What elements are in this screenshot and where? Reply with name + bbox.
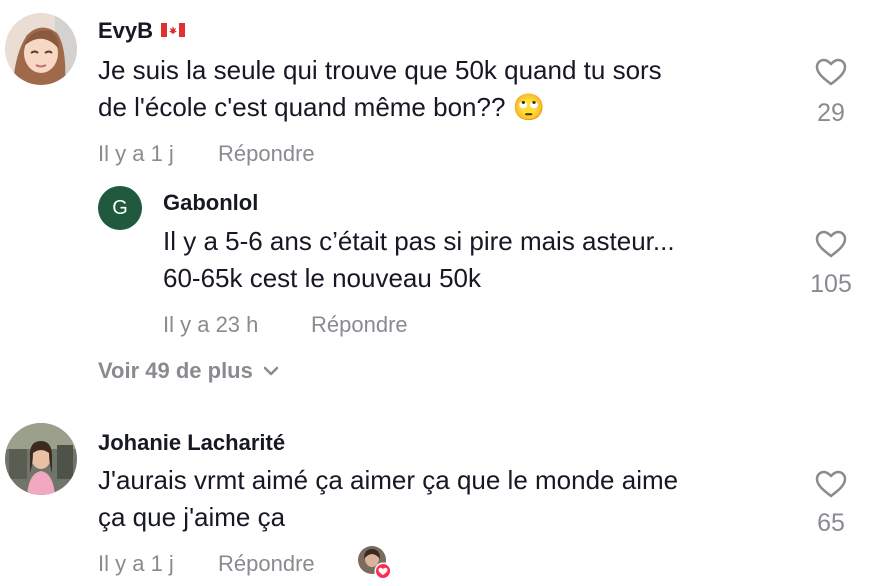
like-count: 29 <box>817 99 845 127</box>
chevron-down-icon <box>263 366 279 376</box>
reply-timestamp: Il y a 23 h <box>163 312 259 337</box>
comment-text: J'aurais vrmt aimé ça aimer ça que le mo… <box>98 465 679 532</box>
reply-button[interactable]: Répondre <box>311 312 408 338</box>
reply-button[interactable]: Répondre <box>218 551 315 577</box>
canada-flag-icon <box>161 23 186 38</box>
creator-liked-heart-icon <box>374 562 392 580</box>
creator-liked-badge <box>358 546 392 580</box>
view-more-replies-button[interactable]: Voir 49 de plus <box>98 358 279 384</box>
avatar[interactable] <box>5 13 77 85</box>
comment-timestamp: Il y a 1 j <box>98 551 174 576</box>
comment-text: Je suis la seule qui trouve que 50k quan… <box>98 55 662 122</box>
avatar[interactable] <box>5 423 77 495</box>
like-heart-icon[interactable] <box>815 230 847 258</box>
like-count: 65 <box>817 509 845 537</box>
like-heart-icon[interactable] <box>815 470 847 498</box>
reply-button[interactable]: Répondre <box>218 141 315 167</box>
comment-username[interactable]: EvyB <box>98 18 186 44</box>
comment-username[interactable]: Johanie Lacharité <box>98 430 285 456</box>
avatar[interactable]: G <box>98 186 142 230</box>
like-heart-icon[interactable] <box>815 58 847 86</box>
reply-text: Il y a 5-6 ans c’était pas si pire mais … <box>163 226 675 293</box>
comment-timestamp: Il y a 1 j <box>98 141 174 166</box>
like-count: 105 <box>810 270 852 298</box>
avatar-initial: G <box>112 196 128 219</box>
reply-username[interactable]: Gabonlol <box>163 190 258 216</box>
